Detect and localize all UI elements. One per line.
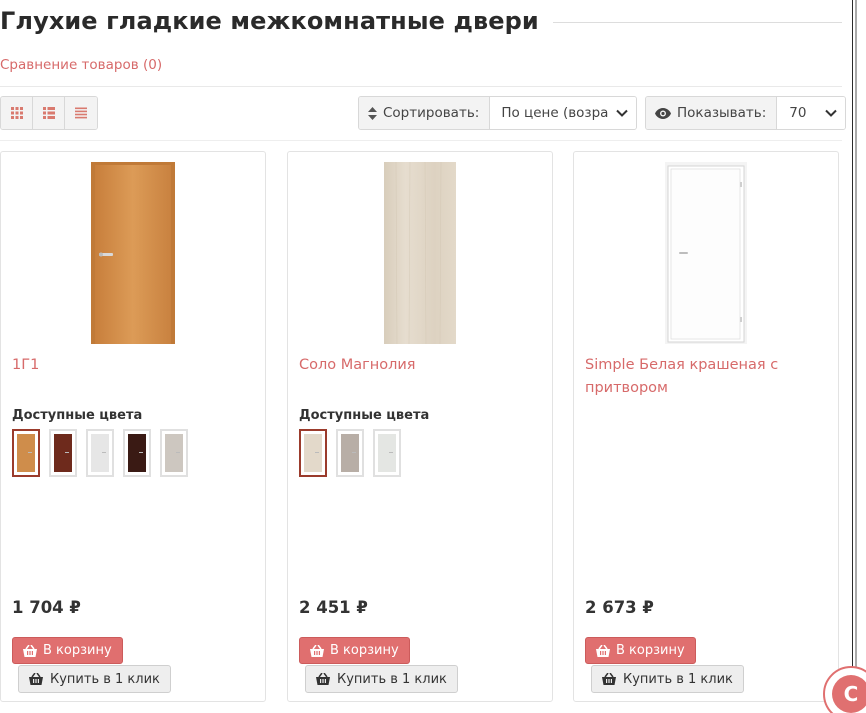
list-view-button[interactable] — [33, 97, 65, 129]
color-swatch[interactable] — [12, 429, 40, 477]
basket-icon — [602, 673, 616, 685]
color-swatches — [12, 429, 188, 477]
product-image[interactable] — [288, 162, 552, 344]
product-price: 2 673 ₽ — [585, 598, 654, 617]
available-colors-label: Доступные цвета — [12, 408, 143, 423]
color-swatch[interactable] — [86, 429, 114, 477]
color-swatches — [299, 429, 401, 477]
buy-one-click-button[interactable]: Купить в 1 клик — [305, 665, 458, 693]
show-count-value: 70 — [789, 105, 807, 121]
add-to-cart-button[interactable]: В корзину — [299, 637, 410, 664]
compact-list-icon — [75, 107, 87, 119]
page-title-row: Глухие гладкие межкомнатные двери — [0, 4, 842, 38]
product-image[interactable] — [574, 162, 838, 344]
product-name[interactable]: Соло Магнолия — [299, 354, 539, 377]
compare-products-link[interactable]: Сравнение товаров (0) — [0, 57, 162, 73]
divider — [0, 86, 842, 87]
sort-select-value: По цене (возра — [501, 105, 609, 121]
compact-view-button[interactable] — [65, 97, 97, 129]
product-name[interactable]: 1Г1 — [12, 354, 252, 377]
list-icon — [42, 107, 55, 119]
product-card: Соло Магнолия Доступные цвета 2 451 ₽ В … — [287, 151, 553, 702]
available-colors-label: Доступные цвета — [299, 408, 430, 423]
color-swatch[interactable] — [160, 429, 188, 477]
sort-label-addon: Сортировать: — [359, 97, 491, 129]
sort-label: Сортировать: — [383, 105, 480, 121]
buy-one-click-label: Купить в 1 клик — [50, 671, 160, 687]
page: Глухие гладкие межкомнатные двери Сравне… — [0, 0, 852, 713]
add-to-cart-label: В корзину — [43, 643, 112, 658]
sort-control: Сортировать: По цене (возра — [358, 96, 638, 130]
product-name[interactable]: Simple Белая крашеная с притвором — [585, 354, 825, 400]
add-to-cart-button[interactable]: В корзину — [12, 637, 123, 664]
basket-icon — [596, 644, 610, 657]
buy-one-click-button[interactable]: Купить в 1 клик — [591, 665, 744, 693]
chevron-down-icon — [825, 109, 837, 117]
basket-icon — [316, 673, 330, 685]
show-count-control: Показывать: 70 — [645, 96, 847, 130]
door-image — [91, 162, 175, 344]
color-swatch[interactable] — [49, 429, 77, 477]
door-image — [384, 162, 456, 344]
color-swatch[interactable] — [299, 429, 327, 477]
grid-view-button[interactable] — [1, 97, 33, 129]
color-swatch[interactable] — [123, 429, 151, 477]
add-to-cart-button[interactable]: В корзину — [585, 637, 696, 664]
page-title: Глухие гладкие межкомнатные двери — [0, 7, 539, 35]
divider — [0, 140, 842, 141]
product-price: 2 451 ₽ — [299, 598, 368, 617]
buy-one-click-label: Купить в 1 клик — [623, 671, 733, 687]
window-edge — [852, 0, 866, 713]
add-to-cart-label: В корзину — [616, 643, 685, 658]
basket-icon — [310, 644, 324, 657]
title-divider — [552, 22, 842, 23]
show-label-addon: Показывать: — [646, 97, 778, 129]
chevron-down-icon — [616, 109, 629, 117]
chat-icon: C — [832, 675, 866, 713]
product-card: 1Г1 Доступные цвета 1 704 ₽ В корзину Ку… — [0, 151, 266, 702]
product-card: Simple Белая крашеная с притвором 2 673 … — [573, 151, 839, 702]
buy-one-click-label: Купить в 1 клик — [337, 671, 447, 687]
sort-select[interactable]: По цене (возра — [490, 97, 637, 129]
buy-one-click-button[interactable]: Купить в 1 клик — [18, 665, 171, 693]
product-price: 1 704 ₽ — [12, 598, 81, 617]
sort-icon — [368, 106, 377, 120]
color-swatch[interactable] — [373, 429, 401, 477]
grid-icon — [10, 107, 23, 119]
eye-icon — [655, 107, 671, 119]
view-mode-group — [0, 96, 98, 130]
basket-icon — [23, 644, 37, 657]
basket-icon — [29, 673, 43, 685]
add-to-cart-label: В корзину — [330, 643, 399, 658]
door-image — [665, 162, 747, 344]
show-label: Показывать: — [677, 105, 767, 121]
product-image[interactable] — [1, 162, 265, 344]
color-swatch[interactable] — [336, 429, 364, 477]
show-count-select[interactable]: 70 — [777, 97, 846, 129]
